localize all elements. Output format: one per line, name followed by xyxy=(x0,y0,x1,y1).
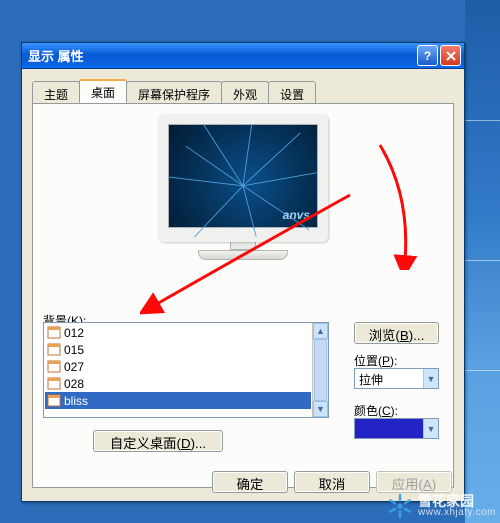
watermark-name: 雪花家园 xyxy=(418,494,496,508)
scrollbar[interactable]: ▲ ▼ xyxy=(312,323,328,417)
snowflake-icon xyxy=(386,492,414,520)
list-item[interactable]: 012 xyxy=(45,324,311,341)
chevron-down-icon[interactable]: ▼ xyxy=(423,419,438,438)
watermark: 雪花家园 www.xhjaty.com xyxy=(386,492,496,520)
scroll-down-button[interactable]: ▼ xyxy=(313,401,328,417)
titlebar[interactable]: 显示 属性 ? xyxy=(22,43,464,69)
chevron-down-icon[interactable]: ▼ xyxy=(423,369,438,388)
image-file-icon xyxy=(47,326,61,339)
help-button[interactable]: ? xyxy=(417,45,438,66)
scroll-thumb[interactable] xyxy=(314,339,327,401)
desktop-tab-panel: anvs 背景(K): 012 015 027 xyxy=(32,103,454,488)
background-listbox[interactable]: 012 015 027 028 bliss xyxy=(43,322,329,418)
image-file-icon xyxy=(47,360,61,373)
display-properties-dialog: 显示 属性 ? 主题 桌面 屏幕保护程序 外观 设置 xyxy=(21,42,465,502)
tab-desktop[interactable]: 桌面 xyxy=(79,79,127,103)
position-value: 拉伸 xyxy=(355,369,423,388)
scroll-up-button[interactable]: ▲ xyxy=(313,323,328,339)
list-item[interactable]: 015 xyxy=(45,341,311,358)
image-file-icon xyxy=(47,394,61,407)
tab-themes[interactable]: 主题 xyxy=(32,81,80,103)
position-combo[interactable]: 拉伸 ▼ xyxy=(354,368,439,389)
color-swatch xyxy=(355,419,423,438)
color-label: 颜色(C): xyxy=(354,402,439,419)
list-item[interactable]: 027 xyxy=(45,358,311,375)
close-icon xyxy=(446,51,456,61)
preview-brand: anvs xyxy=(283,208,310,222)
tab-strip: 主题 桌面 屏幕保护程序 外观 设置 xyxy=(32,79,454,103)
monitor-preview: anvs xyxy=(43,114,443,263)
image-file-icon xyxy=(47,377,61,390)
watermark-url: www.xhjaty.com xyxy=(418,508,496,518)
apply-button: 应用(A) xyxy=(376,471,452,493)
ok-button[interactable]: 确定 xyxy=(212,471,288,493)
window-title: 显示 属性 xyxy=(28,46,415,65)
list-item-selected[interactable]: bliss xyxy=(45,392,311,409)
list-item[interactable]: 028 xyxy=(45,375,311,392)
position-label: 位置(P): xyxy=(354,352,439,369)
cancel-button[interactable]: 取消 xyxy=(294,471,370,493)
dialog-button-row: 确定 取消 应用(A) xyxy=(212,471,452,493)
close-button[interactable] xyxy=(440,45,461,66)
customize-desktop-button[interactable]: 自定义桌面(D)... xyxy=(93,430,223,452)
tab-screensaver[interactable]: 屏幕保护程序 xyxy=(126,81,222,103)
tab-appearance[interactable]: 外观 xyxy=(221,81,269,103)
browse-button[interactable]: 浏览(B)... xyxy=(354,322,439,344)
desktop-background xyxy=(465,0,500,523)
color-combo[interactable]: ▼ xyxy=(354,418,439,439)
preview-screen: anvs xyxy=(158,114,328,242)
image-file-icon xyxy=(47,343,61,356)
tab-settings[interactable]: 设置 xyxy=(268,81,316,103)
